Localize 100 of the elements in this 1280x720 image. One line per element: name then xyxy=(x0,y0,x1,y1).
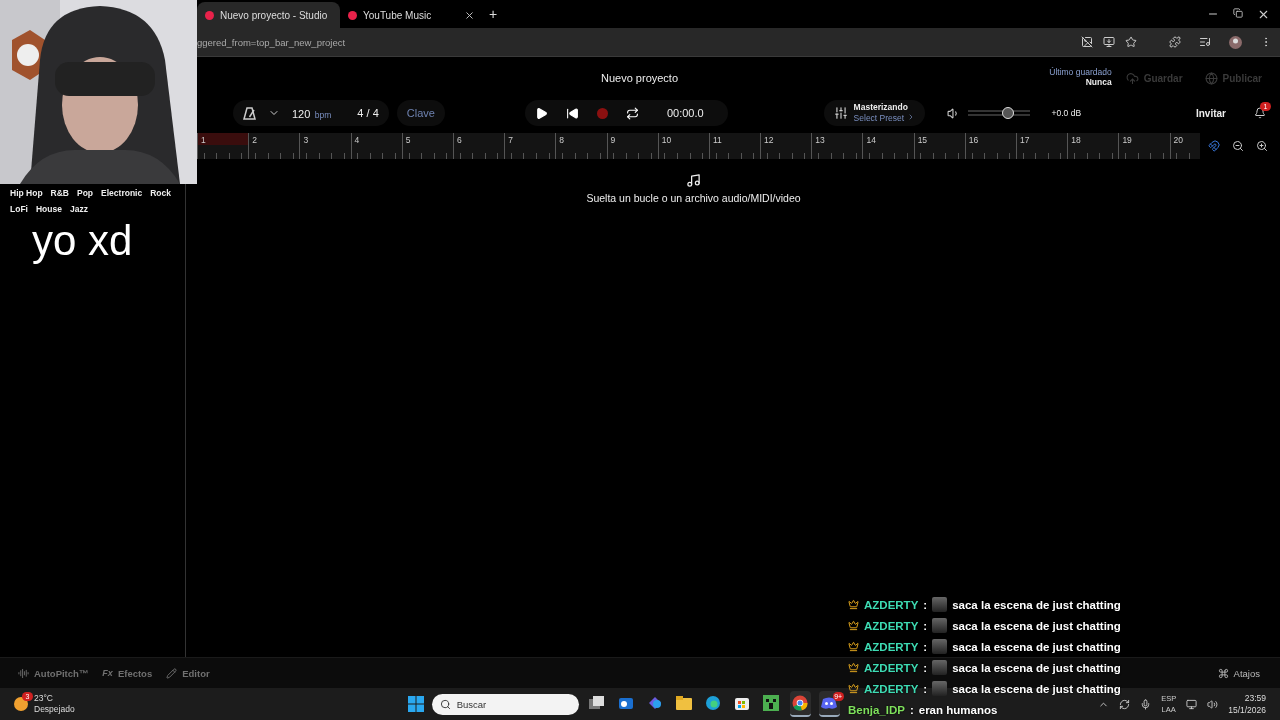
bar-number: 18 xyxy=(1071,135,1081,145)
chat-message: eran humanos xyxy=(918,703,998,716)
time-signature[interactable]: 4 / 4 xyxy=(357,107,379,119)
bar-number: 1 xyxy=(201,135,206,145)
close-icon[interactable] xyxy=(464,9,475,21)
invite-button[interactable]: Invitar xyxy=(1196,107,1226,119)
project-title: Nuevo proyecto xyxy=(601,72,679,84)
chat-separator: : xyxy=(923,682,928,695)
favicon-icon xyxy=(205,10,214,20)
speaker-icon[interactable] xyxy=(1207,698,1219,710)
bell-icon[interactable] xyxy=(1254,107,1266,119)
chat-separator: : xyxy=(923,598,928,611)
chat-separator: : xyxy=(923,619,928,632)
chat-separator: : xyxy=(923,661,928,674)
search-icon xyxy=(439,698,451,710)
new-tab-button[interactable]: + xyxy=(489,6,498,22)
store-icon[interactable] xyxy=(734,695,751,711)
bar-number: 2 xyxy=(252,135,257,145)
genre-chip[interactable]: House xyxy=(31,204,66,214)
image-off-icon[interactable] xyxy=(1081,36,1093,48)
bar-number: 14 xyxy=(866,135,876,145)
chat-message: saca la escena de just chatting xyxy=(952,619,1121,632)
bar-number: 20 xyxy=(1173,135,1184,145)
bar-number: 12 xyxy=(764,135,774,145)
shortcuts-button[interactable]: Atajos xyxy=(1217,667,1260,679)
skip-back-button[interactable] xyxy=(565,106,579,120)
bar-number: 16 xyxy=(968,135,979,145)
mail-icon[interactable] xyxy=(618,695,635,711)
bar-number: 10 xyxy=(661,135,672,145)
save-status-value: Nunca xyxy=(1085,77,1112,87)
time-display: 00:00.0 xyxy=(666,107,704,119)
caption-text: yo xd xyxy=(32,216,133,266)
media-icon[interactable] xyxy=(1199,35,1211,48)
bar-number: 9 xyxy=(610,135,616,145)
mastering-button[interactable]: Masterizando Select Preset xyxy=(823,100,925,126)
bookmark-icon[interactable] xyxy=(1125,36,1137,48)
zoom-in-icon[interactable] xyxy=(1256,140,1268,152)
globe-icon xyxy=(1204,71,1218,85)
genre-chip[interactable]: Jazz xyxy=(65,204,92,214)
bar-number: 13 xyxy=(815,135,825,145)
chat-message: saca la escena de just chatting xyxy=(952,640,1121,653)
snap-icon[interactable] xyxy=(1208,140,1220,152)
start-icon[interactable] xyxy=(407,696,424,712)
bar-number: 5 xyxy=(405,135,411,145)
folder-icon[interactable] xyxy=(676,696,693,710)
extensions-icon[interactable] xyxy=(1169,35,1181,48)
music-icon xyxy=(686,173,701,188)
chat-message: saca la escena de just chatting xyxy=(952,598,1121,611)
bar-number: 4 xyxy=(354,135,360,145)
zoom-out-icon[interactable] xyxy=(1232,140,1244,152)
bar-number: 17 xyxy=(1020,135,1030,145)
browser-tab[interactable]: Nuevo proyecto - Studio xyxy=(197,2,340,28)
volume-reading: +0.0 dB xyxy=(1051,108,1082,118)
chat-username: AZDERTY xyxy=(864,640,919,653)
loop-button[interactable] xyxy=(625,106,639,120)
chat-username: AZDERTY xyxy=(864,682,919,695)
bar-number: 19 xyxy=(1122,135,1132,145)
chat-message: saca la escena de just chatting xyxy=(952,661,1121,674)
genre-chip[interactable]: R&B xyxy=(46,188,73,198)
pencil-icon xyxy=(166,667,178,679)
bar-number: 8 xyxy=(559,135,565,145)
chat-message: saca la escena de just chatting xyxy=(952,682,1121,695)
browser-tab[interactable]: YouTube Music xyxy=(340,2,483,28)
save-status-label: Último guardado xyxy=(1049,67,1112,77)
sliders-icon xyxy=(833,106,848,120)
favicon-icon xyxy=(348,10,357,20)
chat-separator: : xyxy=(923,640,928,653)
genre-chip[interactable]: Electronic xyxy=(97,188,147,198)
bar-number: 3 xyxy=(303,135,309,145)
install-icon[interactable] xyxy=(1103,36,1115,48)
restore-icon[interactable] xyxy=(1233,7,1243,18)
metronome-icon[interactable] xyxy=(243,106,256,120)
chat-username: AZDERTY xyxy=(864,661,919,674)
avatar-icon[interactable] xyxy=(1229,35,1242,49)
clock[interactable]: 23:59 15/1/2026 xyxy=(1228,692,1266,716)
audio-lines-icon xyxy=(18,667,29,679)
tempo-field[interactable]: 120 bpm xyxy=(292,104,332,122)
key-button[interactable]: Clave xyxy=(396,100,445,126)
genre-chip[interactable]: Rock xyxy=(146,188,175,198)
chat-username: AZDERTY xyxy=(864,598,919,611)
genre-chip[interactable]: Hip Hop xyxy=(6,188,47,198)
cloud-upload-icon xyxy=(1125,71,1139,85)
chat-username: AZDERTY xyxy=(864,619,919,632)
office-icon[interactable] xyxy=(647,695,664,711)
bar-number: 15 xyxy=(917,135,928,145)
chat-separator: : xyxy=(909,703,914,716)
command-icon xyxy=(1217,667,1229,679)
volume-icon[interactable] xyxy=(946,106,960,120)
genre-chip[interactable]: Pop xyxy=(73,188,98,198)
search-field[interactable]: Buscar xyxy=(431,693,579,715)
network-icon[interactable] xyxy=(1186,698,1198,710)
bar-number: 7 xyxy=(508,135,513,145)
play-button[interactable] xyxy=(534,106,548,120)
mic-icon[interactable] xyxy=(1140,698,1152,710)
browser-icon[interactable] xyxy=(705,695,722,711)
bar-number: 11 xyxy=(712,135,722,145)
drop-hint: Suelta un bucle o un archivo audio/MIDI/video xyxy=(586,192,801,204)
windows-icon[interactable] xyxy=(589,696,606,710)
sync-icon[interactable] xyxy=(1119,698,1131,710)
genre-chip[interactable]: LoFi xyxy=(6,204,32,214)
